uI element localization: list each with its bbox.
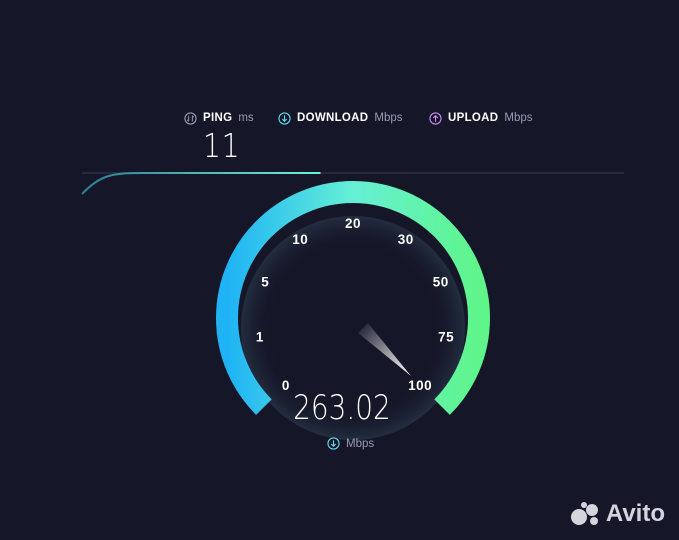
avito-watermark: Avito xyxy=(570,500,665,528)
speed-gauge: 0151020305075100 xyxy=(216,181,490,440)
download-arrow-icon xyxy=(327,437,340,450)
gauge-label-1: 1 xyxy=(256,330,264,345)
gauge-label-50: 50 xyxy=(433,275,449,290)
avito-logo-icon xyxy=(570,502,598,525)
speed-unit-label: Mbps xyxy=(346,437,375,450)
gauge-label-5: 5 xyxy=(261,275,269,290)
gauge-label-30: 30 xyxy=(398,232,414,247)
gauge-label-20: 20 xyxy=(345,216,361,231)
current-speed-value: 263.02 xyxy=(293,388,391,428)
gauge-label-75: 75 xyxy=(438,330,454,345)
watermark-text: Avito xyxy=(605,500,665,527)
current-speed-unit: Mbps xyxy=(327,437,374,450)
gauge-label-10: 10 xyxy=(292,232,308,247)
